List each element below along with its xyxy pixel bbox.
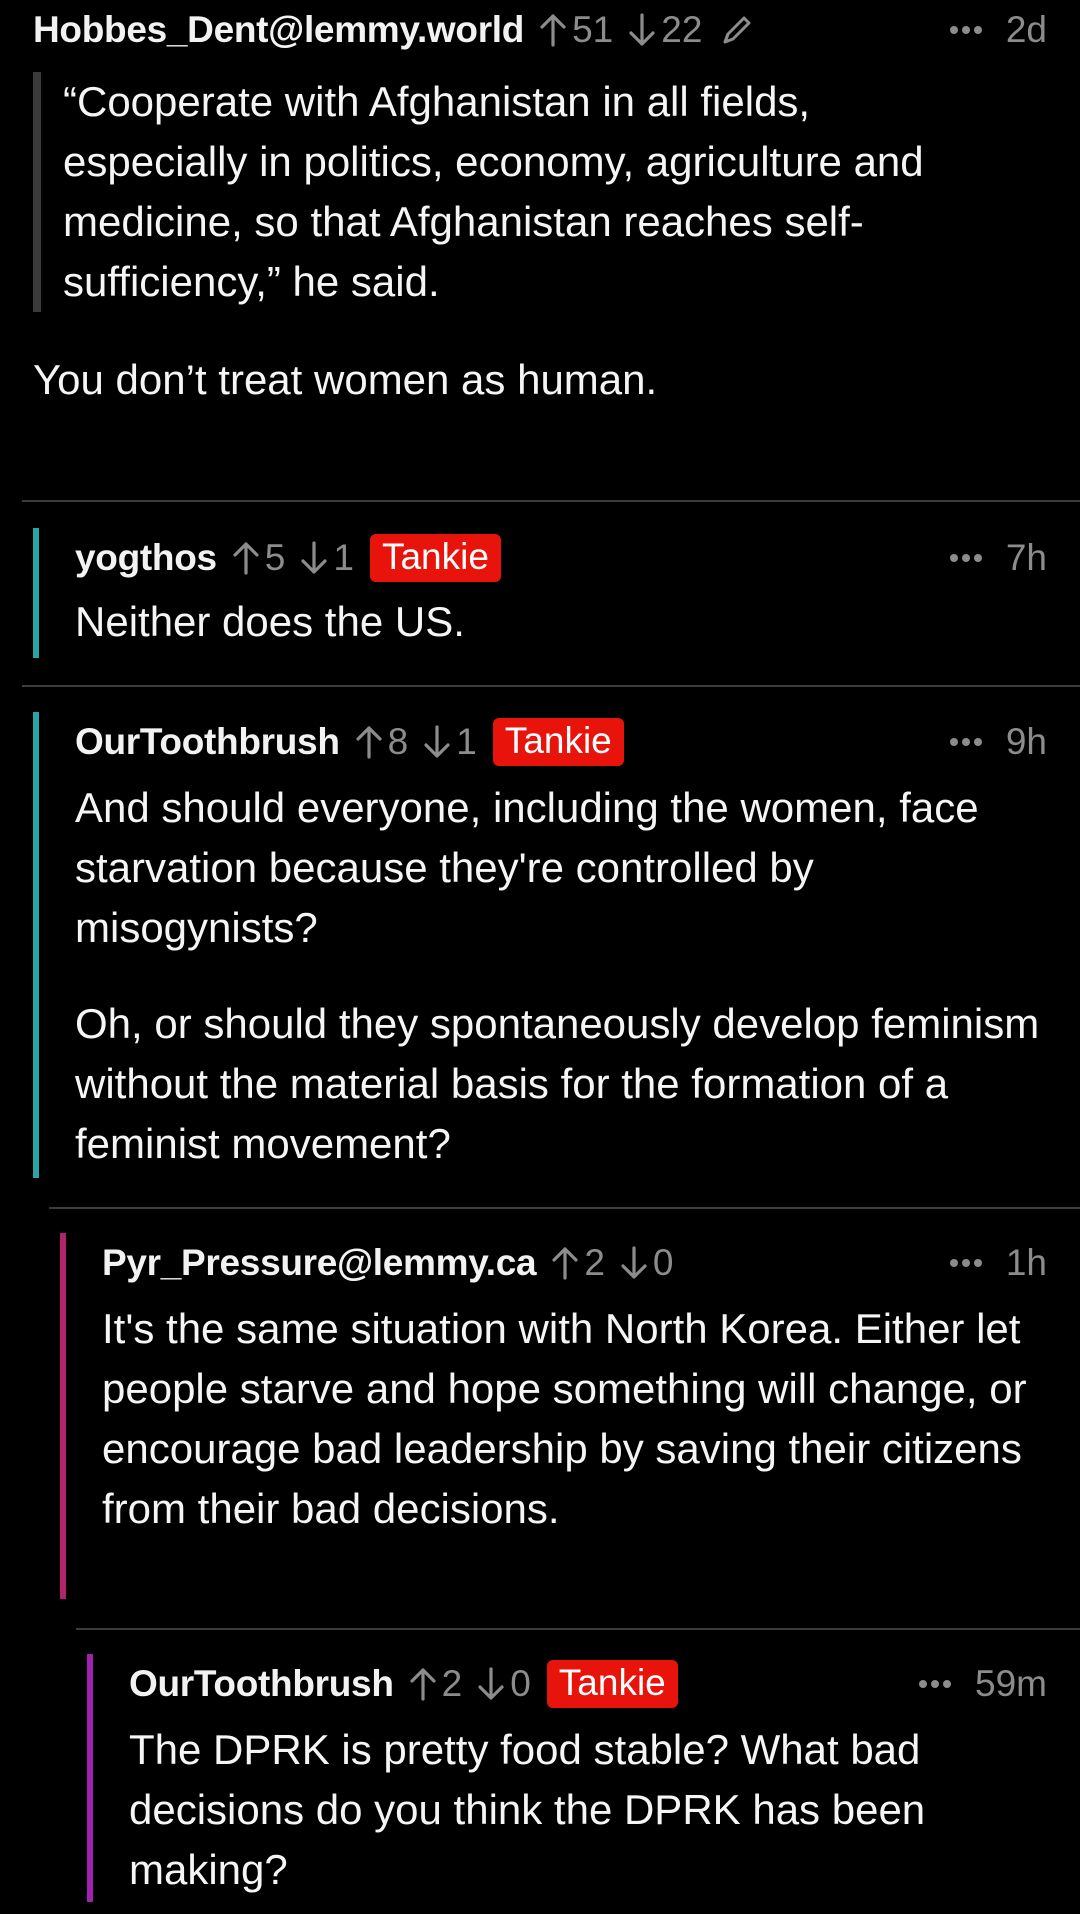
divider [49, 1207, 1080, 1209]
comment-ourtoothbrush-reply: OurToothbrush 2 0 Tankie 59m The DPRK is… [87, 1654, 1047, 1902]
username[interactable]: OurToothbrush [129, 1663, 394, 1705]
downvote-count: 0 [510, 1663, 531, 1704]
arrow-down-icon [478, 1667, 504, 1700]
comment-paragraph: Oh, or should they spontaneously develop… [75, 1000, 1040, 1167]
downvote-button[interactable]: 1 [422, 721, 477, 763]
user-flair-badge: Tankie [546, 1660, 678, 1708]
username[interactable]: yogthos [75, 537, 217, 579]
upvote-count: 2 [441, 1663, 463, 1704]
upvote-button[interactable]: 8 [354, 721, 409, 763]
comment-header: OurToothbrush 2 0 Tankie [129, 1654, 1047, 1714]
comment-yogthos: yogthos 5 1 Tankie 7h Neither does the U… [33, 528, 1047, 658]
arrow-up-icon [410, 1668, 436, 1701]
comment-meta: 2d [948, 0, 1047, 60]
upvote-button[interactable]: 5 [231, 537, 286, 579]
more-dots-icon[interactable] [948, 26, 984, 34]
comment-meta: 1h [948, 1233, 1047, 1293]
arrow-down-icon [621, 1246, 647, 1279]
thread-indent-bar [33, 528, 39, 658]
comment-meta: 9h [948, 712, 1047, 772]
downvote-count: 1 [456, 721, 477, 762]
arrow-down-icon [629, 13, 655, 46]
quote-text: “Cooperate with Afghanistan in all field… [63, 78, 924, 305]
more-dots-icon[interactable] [948, 554, 984, 562]
arrow-up-icon [540, 14, 566, 47]
divider [76, 1628, 1080, 1630]
downvote-count: 22 [661, 9, 703, 50]
upvote-button[interactable]: 2 [408, 1663, 463, 1705]
comment-body: And should everyone, including the women… [75, 778, 1047, 1174]
blockquote: “Cooperate with Afghanistan in all field… [33, 72, 1047, 312]
more-dots-icon[interactable] [948, 738, 984, 746]
comment-body: The DPRK is pretty food stable? What bad… [129, 1720, 1047, 1900]
thread-indent-bar [33, 712, 39, 1178]
arrow-up-icon [552, 1247, 578, 1280]
comment-paragraph: The DPRK is pretty food stable? What bad… [129, 1726, 926, 1893]
more-dots-icon[interactable] [948, 1259, 984, 1267]
comment-header: yogthos 5 1 Tankie [75, 528, 1047, 588]
upvote-count: 2 [584, 1242, 605, 1283]
timestamp: 9h [1005, 721, 1047, 762]
divider [22, 685, 1080, 687]
comment-header: Hobbes_Dent@lemmy.world 51 22 [33, 0, 1047, 60]
comment-hobbes-dent: Hobbes_Dent@lemmy.world 51 22 2d “Cooper… [33, 0, 1047, 410]
comment-body: It's the same situation with North Korea… [102, 1299, 1047, 1539]
timestamp: 59m [975, 1663, 1047, 1704]
timestamp: 2d [1005, 9, 1047, 50]
comment-paragraph: You don’t treat women as human. [33, 356, 658, 403]
comment-paragraph: It's the same situation with North Korea… [102, 1305, 1027, 1532]
downvote-button[interactable]: 0 [476, 1663, 531, 1705]
comment-pyr-pressure: Pyr_Pressure@lemmy.ca 2 0 1h It's the sa… [60, 1233, 1047, 1599]
pencil-icon[interactable] [720, 13, 754, 47]
comment-paragraph: And should everyone, including the women… [75, 784, 979, 951]
arrow-up-icon [233, 542, 259, 575]
comment-header: Pyr_Pressure@lemmy.ca 2 0 [102, 1233, 1047, 1293]
quote-bar [33, 72, 41, 312]
thread-indent-bar [60, 1233, 66, 1599]
arrow-down-icon [301, 541, 327, 574]
upvote-button[interactable]: 51 [538, 9, 613, 51]
comment-paragraph: Neither does the US. [75, 598, 465, 645]
username[interactable]: Pyr_Pressure@lemmy.ca [102, 1242, 537, 1284]
upvote-button[interactable]: 2 [550, 1242, 605, 1284]
user-flair-badge: Tankie [492, 718, 624, 766]
upvote-count: 8 [387, 721, 409, 762]
downvote-count: 1 [333, 537, 354, 578]
comment-body: Neither does the US. [75, 592, 1047, 652]
upvote-count: 5 [264, 537, 286, 578]
comment-meta: 7h [948, 528, 1047, 588]
user-flair-badge: Tankie [369, 534, 501, 582]
comment-body: You don’t treat women as human. [33, 350, 1047, 410]
timestamp: 1h [1005, 1242, 1047, 1283]
username[interactable]: OurToothbrush [75, 721, 340, 763]
divider [22, 500, 1080, 502]
downvote-button[interactable]: 0 [619, 1242, 674, 1284]
arrow-down-icon [424, 725, 450, 758]
comment-header: OurToothbrush 8 1 Tankie [75, 712, 1047, 772]
more-dots-icon[interactable] [917, 1680, 953, 1688]
comment-ourtoothbrush: OurToothbrush 8 1 Tankie 9h And should e… [33, 712, 1047, 1178]
comment-meta: 59m [917, 1654, 1047, 1714]
timestamp: 7h [1005, 537, 1047, 578]
downvote-button[interactable]: 1 [299, 537, 354, 579]
upvote-count: 51 [572, 9, 614, 50]
downvote-button[interactable]: 22 [627, 9, 702, 51]
arrow-up-icon [356, 726, 382, 759]
username[interactable]: Hobbes_Dent@lemmy.world [33, 9, 524, 51]
downvote-count: 0 [652, 1242, 674, 1283]
thread-indent-bar [87, 1654, 93, 1902]
